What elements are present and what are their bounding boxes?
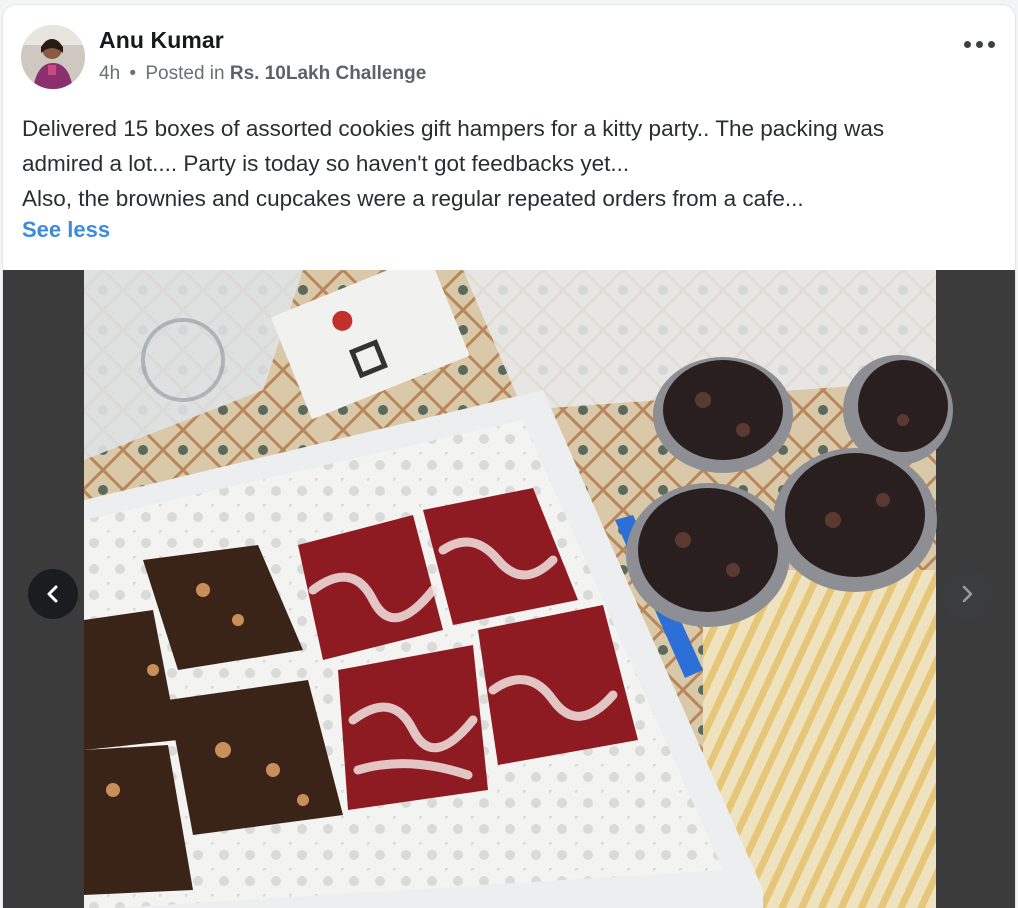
more-options-icon[interactable]: [961, 35, 997, 53]
post-line: admired a lot.... Party is today so have…: [22, 151, 630, 176]
space-link[interactable]: Rs. 10Lakh Challenge: [230, 63, 426, 84]
post-card: Anu Kumar 4h • Posted in Rs. 10Lakh Chal…: [2, 4, 1016, 908]
post-body: Delivered 15 boxes of assorted cookies g…: [22, 111, 1002, 216]
see-less-link[interactable]: See less: [22, 217, 110, 243]
chevron-right-icon[interactable]: [942, 569, 992, 619]
post-line: Delivered 15 boxes of assorted cookies g…: [22, 116, 885, 141]
avatar[interactable]: [21, 25, 85, 89]
meta-separator: •: [129, 63, 137, 84]
post-image[interactable]: [3, 270, 1015, 908]
chevron-left-icon[interactable]: [28, 569, 78, 619]
posted-in-label: Posted in: [145, 63, 225, 84]
post-time: 4h: [99, 63, 121, 84]
post-line: Also, the brownies and cupcakes were a r…: [22, 186, 804, 211]
author-name[interactable]: Anu Kumar: [99, 27, 224, 54]
post-meta: 4h • Posted in Rs. 10Lakh Challenge: [99, 63, 426, 85]
